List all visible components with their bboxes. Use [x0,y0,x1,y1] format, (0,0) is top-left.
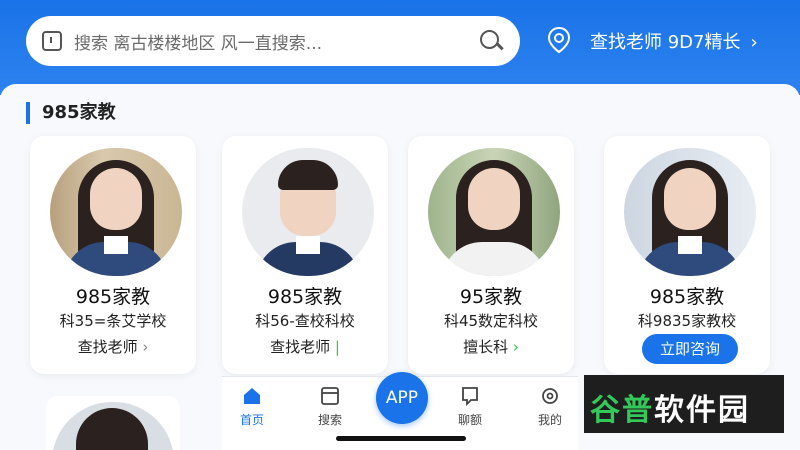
teacher-photo [50,148,182,276]
tab-label: 搜索 [317,413,342,427]
teacher-card[interactable]: 985家教 科9835家教校 立即咨询 [604,136,770,374]
find-teacher-button[interactable]: 查找老师 › [30,336,196,357]
card-school: 科9835家教校 [637,312,737,330]
watermark-text-white: 软件园 [654,393,750,428]
watermark-logo: 谷普软件园 [584,375,784,433]
search-input[interactable]: 搜索 离古楼楼地区 风一直搜索... [74,29,478,54]
teacher-photo [242,148,374,276]
teacher-card[interactable]: 985家教 科35=条艾学校 查找老师 › [30,136,196,374]
teacher-photo [428,148,560,276]
tab-label: 首页 [239,413,264,427]
watermark-text-green: 谷普 [590,393,654,428]
card-title: 985家教 [649,286,725,308]
tab-profile[interactable]: 我的 [520,385,580,428]
find-teacher-label: 查找老师 [77,338,138,356]
card-school: 科56-查校科校 [255,312,355,330]
card-title: 985家教 [267,286,343,308]
subject-label: 擅长科 [463,338,509,356]
card-title: 95家教 [459,286,523,308]
search-icon[interactable] [478,28,504,54]
chat-icon [462,387,478,407]
tab-label: 聊额 [457,413,482,427]
tab-chat[interactable]: 聊额 [440,385,500,428]
book-icon [321,387,339,405]
home-indicator [336,436,466,441]
tab-home[interactable]: 首页 [222,385,282,428]
find-teacher-link[interactable]: 查找老师 9D7精长 › [590,28,758,54]
tab-label: 我的 [537,413,562,427]
card-school: 科45数定科校 [443,312,539,330]
finder-label: 查找老师 9D7精长 [590,32,741,53]
find-teacher-button[interactable]: 查找老师 | [222,336,388,357]
chevron-right-icon: › [142,338,149,356]
tab-search[interactable]: 搜索 [300,385,360,428]
section-title: 985家教 [26,102,116,124]
card-school: 科35=条艾学校 [59,312,167,330]
location-pin-icon[interactable] [546,26,572,54]
profile-icon [542,388,558,404]
find-teacher-label: 查找老师 [270,338,331,356]
subject-button[interactable]: 擅长科 › [408,336,574,357]
chevron-right-icon: › [750,32,758,53]
chevron-right-icon: › [512,338,519,356]
teacher-card[interactable]: 985家教 科56-查校科校 查找老师 | [222,136,388,374]
scan-icon[interactable] [42,31,62,51]
home-icon [244,388,260,404]
indicator-icon: | [334,338,340,356]
search-bar[interactable]: 搜索 离古楼楼地区 风一直搜索... [26,16,520,66]
consult-button[interactable]: 立即咨询 [642,334,738,364]
teacher-card-partial[interactable] [46,396,180,450]
teacher-card[interactable]: 95家教 科45数定科校 擅长科 › [408,136,574,374]
teacher-photo [624,148,756,276]
app-button[interactable]: APP [376,372,428,424]
card-title: 985家教 [75,286,151,308]
